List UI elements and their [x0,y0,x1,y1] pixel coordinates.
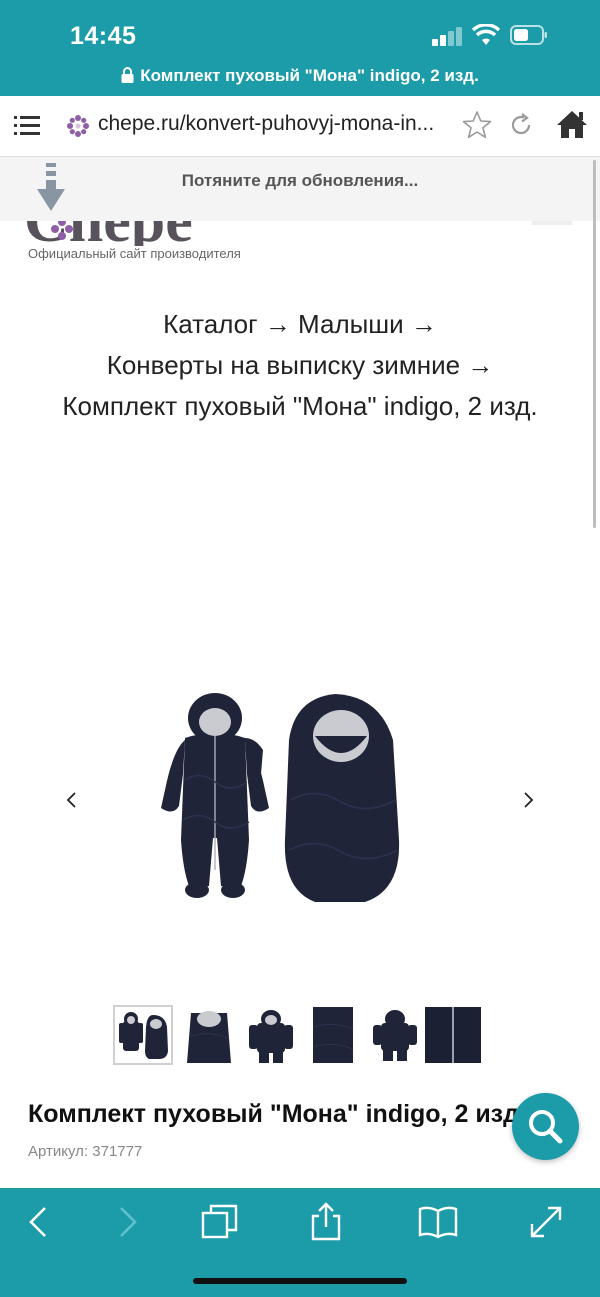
home-icon[interactable] [556,109,588,139]
thumbnail-6[interactable] [425,1007,481,1063]
page-title-text: Комплект пуховый "Мона" indigo, 2 изд. [140,66,479,85]
chevron-right-icon[interactable] [516,788,540,812]
pull-to-refresh-text: Потяните для обновления... [181,171,419,190]
breadcrumb-line-1[interactable]: Каталог → Малыши → [0,304,600,345]
menu-icon[interactable] [14,115,40,135]
product-name: Комплект пуховый "Мона" indigo, 2 изд. [28,1100,526,1128]
home-indicator[interactable] [193,1278,407,1284]
tabs-icon[interactable] [200,1202,240,1242]
star-icon[interactable] [462,110,492,140]
expand-icon[interactable] [526,1202,566,1242]
logo-subtitle: Официальный сайт производителя [28,246,241,261]
lock-icon [121,67,134,83]
thumbnail-4[interactable] [305,1007,361,1063]
wifi-icon [472,24,500,45]
book-icon[interactable] [418,1202,458,1242]
thumbnail-strip [113,1005,485,1065]
forward-icon[interactable] [106,1202,146,1242]
share-icon[interactable] [306,1202,346,1242]
address-bar: chepe.ru/konvert-puhovyj-mona-in... [0,96,600,157]
battery-icon [510,25,547,45]
status-time: 14:45 [70,22,137,50]
url-field[interactable]: chepe.ru/konvert-puhovyj-mona-in... [98,112,456,136]
site-favicon-icon [67,115,89,137]
thumbnail-1[interactable] [113,1005,173,1065]
breadcrumb: Каталог → Малыши → Конверты на выписку з… [0,304,600,427]
search-button[interactable] [512,1093,579,1160]
back-icon[interactable] [20,1202,60,1242]
page-title: Комплект пуховый "Мона" indigo, 2 изд. [0,66,600,86]
search-icon [529,1110,563,1144]
breadcrumb-line-2[interactable]: Конверты на выписку зимние → [0,345,600,386]
thumbnail-5[interactable] [367,1007,423,1063]
product-sku: Артикул: 371777 [28,1143,143,1160]
product-image[interactable] [155,690,405,910]
thumbnail-3[interactable] [243,1007,299,1063]
thumbnail-2[interactable] [181,1007,237,1063]
pull-to-refresh: Потяните для обновления... [0,157,600,221]
breadcrumb-line-3: Комплект пуховый "Мона" indigo, 2 изд. [62,391,538,421]
signal-icon [432,26,464,46]
chevron-left-icon[interactable] [60,788,84,812]
top-bar: 14:45 Комплект пуховый "Мона" indigo, 2 … [0,0,600,96]
reload-icon[interactable] [508,112,534,138]
